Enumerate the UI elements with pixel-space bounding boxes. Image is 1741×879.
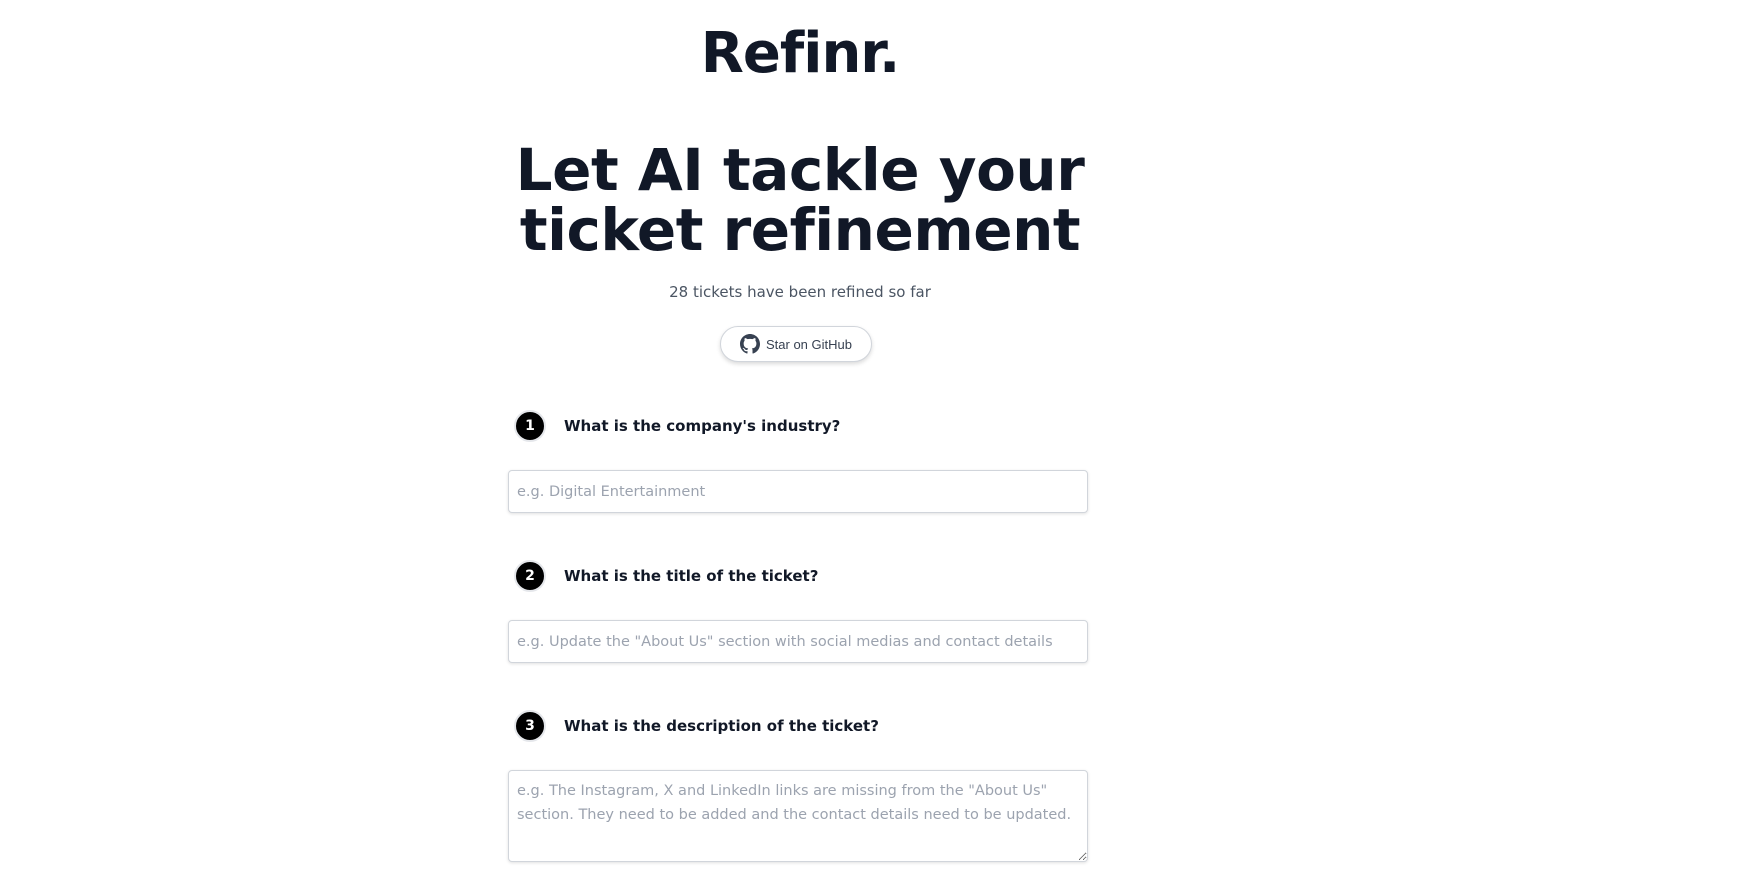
step-question: What is the description of the ticket? (564, 717, 879, 735)
hero-headline: Let AI tackle your ticket refinement (515, 136, 1085, 264)
ticket-title-input[interactable] (508, 620, 1088, 663)
step-number-badge: 2 (514, 560, 546, 592)
star-on-github-button[interactable]: Star on GitHub (720, 326, 872, 362)
logo: Refinr. (700, 21, 900, 86)
page: Refinr. Let AI tackle your ticket refine… (0, 0, 1741, 879)
github-button-label: Star on GitHub (766, 336, 852, 352)
step-ticket-title: 2 What is the title of the ticket? (514, 560, 818, 592)
refined-ticket-counter: 28 tickets have been refined so far (669, 283, 931, 301)
step-question: What is the company's industry? (564, 417, 841, 435)
step-number-badge: 1 (514, 410, 546, 442)
ticket-description-textarea[interactable] (508, 770, 1088, 862)
step-industry: 1 What is the company's industry? (514, 410, 840, 442)
github-icon (740, 334, 760, 354)
industry-input[interactable] (508, 470, 1088, 513)
step-ticket-description: 3 What is the description of the ticket? (514, 710, 879, 742)
step-number-badge: 3 (514, 710, 546, 742)
step-question: What is the title of the ticket? (564, 567, 819, 585)
